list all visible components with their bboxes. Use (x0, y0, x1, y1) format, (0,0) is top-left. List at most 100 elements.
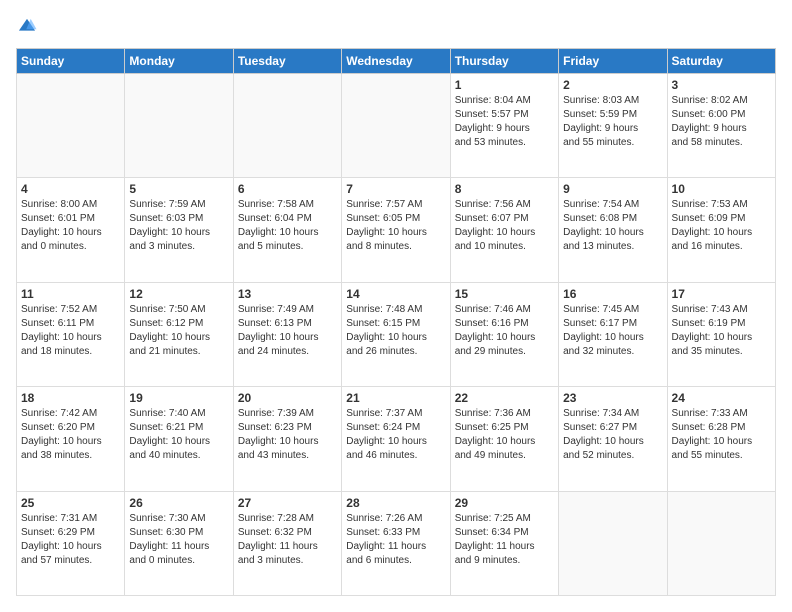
day-info: Sunrise: 8:00 AM Sunset: 6:01 PM Dayligh… (21, 198, 120, 254)
day-info: Sunrise: 8:02 AM Sunset: 6:00 PM Dayligh… (672, 94, 771, 150)
calendar-day-19: 19 Sunrise: 7:40 AM Sunset: 6:21 PM Dayli… (125, 387, 233, 491)
day-info: Sunrise: 7:50 AM Sunset: 6:12 PM Dayligh… (129, 303, 228, 359)
day-number: 1 (455, 78, 554, 92)
day-number: 18 (21, 391, 120, 405)
calendar-header-row: SundayMondayTuesdayWednesdayThursdayFrid… (17, 49, 776, 74)
day-info: Sunrise: 7:39 AM Sunset: 6:23 PM Dayligh… (238, 407, 337, 463)
calendar-day-empty (667, 491, 775, 595)
calendar-week-2: 4Sunrise: 8:00 AM Sunset: 6:01 PM Daylig… (17, 178, 776, 282)
day-number: 6 (238, 182, 337, 196)
day-number: 2 (563, 78, 662, 92)
calendar-day-23: 23 Sunrise: 7:34 AM Sunset: 6:27 PM Dayli… (559, 387, 667, 491)
calendar-day-10: 10Sunrise: 7:53 AM Sunset: 6:09 PM Dayli… (667, 178, 775, 282)
day-number: 13 (238, 287, 337, 301)
day-info: Sunrise: 7:26 AM Sunset: 6:33 PM Dayligh… (346, 512, 445, 568)
day-number: 11 (21, 287, 120, 301)
day-number: 28 (346, 496, 445, 510)
day-number: 14 (346, 287, 445, 301)
calendar-day-16: 16 Sunrise: 7:45 AM Sunset: 6:17 PM Dayli… (559, 282, 667, 386)
weekday-header-saturday: Saturday (667, 49, 775, 74)
calendar-day-28: 28 Sunrise: 7:26 AM Sunset: 6:33 PM Dayli… (342, 491, 450, 595)
calendar-day-3: 3 Sunrise: 8:02 AM Sunset: 6:00 PM Daylig… (667, 74, 775, 178)
day-number: 23 (563, 391, 662, 405)
calendar-day-26: 26 Sunrise: 7:30 AM Sunset: 6:30 PM Dayli… (125, 491, 233, 595)
day-info: Sunrise: 7:59 AM Sunset: 6:03 PM Dayligh… (129, 198, 228, 254)
day-info: Sunrise: 7:33 AM Sunset: 6:28 PM Dayligh… (672, 407, 771, 463)
page: SundayMondayTuesdayWednesdayThursdayFrid… (0, 0, 792, 612)
day-number: 15 (455, 287, 554, 301)
day-info: Sunrise: 7:34 AM Sunset: 6:27 PM Dayligh… (563, 407, 662, 463)
day-info: Sunrise: 7:56 AM Sunset: 6:07 PM Dayligh… (455, 198, 554, 254)
calendar-day-24: 24 Sunrise: 7:33 AM Sunset: 6:28 PM Dayli… (667, 387, 775, 491)
day-number: 21 (346, 391, 445, 405)
calendar-week-4: 18 Sunrise: 7:42 AM Sunset: 6:20 PM Dayli… (17, 387, 776, 491)
day-info: Sunrise: 7:30 AM Sunset: 6:30 PM Dayligh… (129, 512, 228, 568)
day-info: Sunrise: 7:31 AM Sunset: 6:29 PM Dayligh… (21, 512, 120, 568)
day-info: Sunrise: 7:48 AM Sunset: 6:15 PM Dayligh… (346, 303, 445, 359)
day-info: Sunrise: 7:45 AM Sunset: 6:17 PM Dayligh… (563, 303, 662, 359)
day-number: 9 (563, 182, 662, 196)
calendar-day-18: 18 Sunrise: 7:42 AM Sunset: 6:20 PM Dayli… (17, 387, 125, 491)
day-number: 16 (563, 287, 662, 301)
day-info: Sunrise: 7:52 AM Sunset: 6:11 PM Dayligh… (21, 303, 120, 359)
day-info: Sunrise: 7:25 AM Sunset: 6:34 PM Dayligh… (455, 512, 554, 568)
day-info: Sunrise: 8:03 AM Sunset: 5:59 PM Dayligh… (563, 94, 662, 150)
day-info: Sunrise: 7:58 AM Sunset: 6:04 PM Dayligh… (238, 198, 337, 254)
calendar-day-21: 21 Sunrise: 7:37 AM Sunset: 6:24 PM Dayli… (342, 387, 450, 491)
calendar-day-2: 2 Sunrise: 8:03 AM Sunset: 5:59 PM Daylig… (559, 74, 667, 178)
calendar-day-empty (233, 74, 341, 178)
weekday-header-sunday: Sunday (17, 49, 125, 74)
day-number: 25 (21, 496, 120, 510)
weekday-header-wednesday: Wednesday (342, 49, 450, 74)
day-info: Sunrise: 7:42 AM Sunset: 6:20 PM Dayligh… (21, 407, 120, 463)
calendar-day-empty (559, 491, 667, 595)
header (16, 16, 776, 38)
day-info: Sunrise: 7:57 AM Sunset: 6:05 PM Dayligh… (346, 198, 445, 254)
calendar-day-empty (125, 74, 233, 178)
day-info: Sunrise: 7:46 AM Sunset: 6:16 PM Dayligh… (455, 303, 554, 359)
weekday-header-friday: Friday (559, 49, 667, 74)
calendar-day-20: 20Sunrise: 7:39 AM Sunset: 6:23 PM Dayli… (233, 387, 341, 491)
day-number: 12 (129, 287, 228, 301)
day-info: Sunrise: 7:43 AM Sunset: 6:19 PM Dayligh… (672, 303, 771, 359)
calendar-day-13: 13Sunrise: 7:49 AM Sunset: 6:13 PM Dayli… (233, 282, 341, 386)
calendar-day-empty (342, 74, 450, 178)
calendar-day-empty (17, 74, 125, 178)
day-number: 26 (129, 496, 228, 510)
calendar-day-5: 5 Sunrise: 7:59 AM Sunset: 6:03 PM Daylig… (125, 178, 233, 282)
day-number: 22 (455, 391, 554, 405)
day-number: 27 (238, 496, 337, 510)
calendar-day-29: 29 Sunrise: 7:25 AM Sunset: 6:34 PM Dayli… (450, 491, 558, 595)
calendar-day-7: 7 Sunrise: 7:57 AM Sunset: 6:05 PM Daylig… (342, 178, 450, 282)
day-number: 3 (672, 78, 771, 92)
day-info: Sunrise: 7:37 AM Sunset: 6:24 PM Dayligh… (346, 407, 445, 463)
calendar-week-3: 11 Sunrise: 7:52 AM Sunset: 6:11 PM Dayli… (17, 282, 776, 386)
day-number: 19 (129, 391, 228, 405)
calendar-week-5: 25 Sunrise: 7:31 AM Sunset: 6:29 PM Dayli… (17, 491, 776, 595)
logo (16, 16, 42, 38)
calendar-day-9: 9 Sunrise: 7:54 AM Sunset: 6:08 PM Daylig… (559, 178, 667, 282)
calendar-day-8: 8 Sunrise: 7:56 AM Sunset: 6:07 PM Daylig… (450, 178, 558, 282)
calendar-day-1: 1 Sunrise: 8:04 AM Sunset: 5:57 PM Daylig… (450, 74, 558, 178)
day-number: 29 (455, 496, 554, 510)
calendar-day-25: 25 Sunrise: 7:31 AM Sunset: 6:29 PM Dayli… (17, 491, 125, 595)
day-number: 5 (129, 182, 228, 196)
day-info: Sunrise: 7:28 AM Sunset: 6:32 PM Dayligh… (238, 512, 337, 568)
day-number: 24 (672, 391, 771, 405)
calendar-day-6: 6 Sunrise: 7:58 AM Sunset: 6:04 PM Daylig… (233, 178, 341, 282)
weekday-header-thursday: Thursday (450, 49, 558, 74)
day-info: Sunrise: 7:54 AM Sunset: 6:08 PM Dayligh… (563, 198, 662, 254)
calendar-day-15: 15 Sunrise: 7:46 AM Sunset: 6:16 PM Dayli… (450, 282, 558, 386)
calendar-day-12: 12 Sunrise: 7:50 AM Sunset: 6:12 PM Dayli… (125, 282, 233, 386)
day-number: 8 (455, 182, 554, 196)
day-info: Sunrise: 7:36 AM Sunset: 6:25 PM Dayligh… (455, 407, 554, 463)
calendar-day-11: 11 Sunrise: 7:52 AM Sunset: 6:11 PM Dayli… (17, 282, 125, 386)
calendar-table: SundayMondayTuesdayWednesdayThursdayFrid… (16, 48, 776, 596)
weekday-header-monday: Monday (125, 49, 233, 74)
day-info: Sunrise: 7:40 AM Sunset: 6:21 PM Dayligh… (129, 407, 228, 463)
weekday-header-tuesday: Tuesday (233, 49, 341, 74)
day-info: Sunrise: 8:04 AM Sunset: 5:57 PM Dayligh… (455, 94, 554, 150)
day-number: 7 (346, 182, 445, 196)
calendar-day-27: 27 Sunrise: 7:28 AM Sunset: 6:32 PM Dayli… (233, 491, 341, 595)
day-number: 17 (672, 287, 771, 301)
